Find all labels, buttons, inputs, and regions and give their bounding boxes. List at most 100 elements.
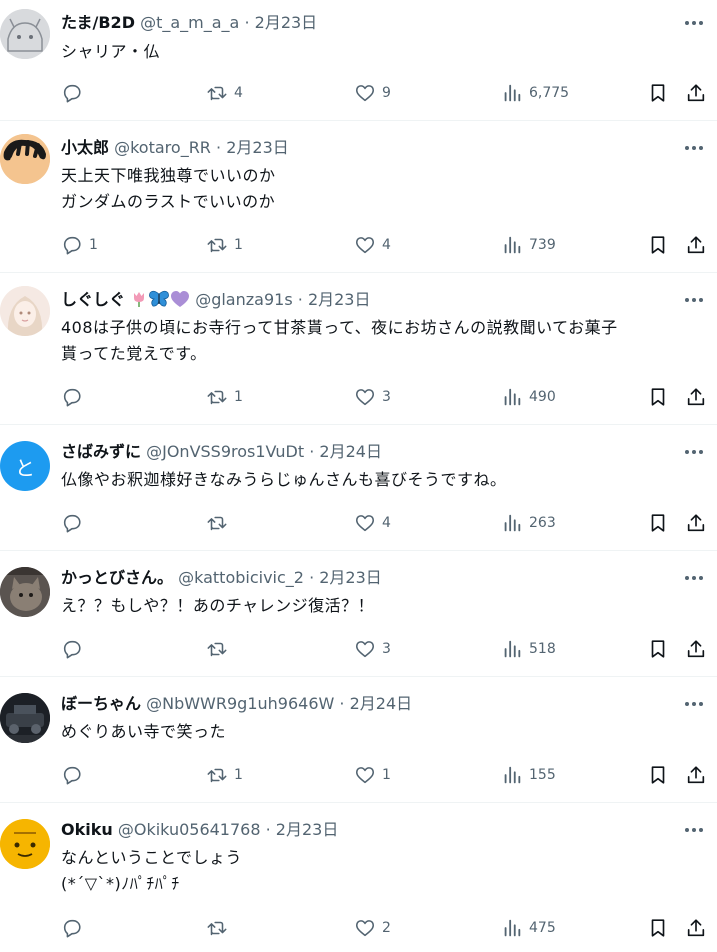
tweet-date[interactable]: 2月23日: [319, 568, 382, 587]
bookmark-button[interactable]: [647, 511, 669, 535]
user-handle[interactable]: @NbWWR9g1uh9646W: [146, 694, 334, 713]
bookmark-button[interactable]: [647, 763, 669, 787]
bookmark-button[interactable]: [647, 233, 669, 257]
views-button[interactable]: 6,775: [501, 81, 569, 105]
views-button[interactable]: 475: [501, 916, 556, 940]
tweet-date[interactable]: 2月23日: [308, 290, 371, 309]
share-button[interactable]: [685, 763, 707, 787]
more-options-button[interactable]: [679, 567, 709, 589]
more-options-button[interactable]: [679, 441, 709, 463]
reply-button[interactable]: 1: [61, 233, 98, 257]
avatar[interactable]: [0, 819, 50, 869]
tweet-date[interactable]: 2月24日: [350, 694, 413, 713]
user-handle[interactable]: @t_a_m_a_a: [140, 13, 239, 32]
user-handle[interactable]: @JOnVSS9ros1VuDt: [146, 442, 304, 461]
user-handle[interactable]: @kotaro_RR: [114, 138, 211, 157]
tweet-date[interactable]: 2月23日: [226, 138, 289, 157]
more-options-button[interactable]: [679, 819, 709, 841]
display-name[interactable]: 小太郎: [61, 138, 109, 157]
views-button[interactable]: 490: [501, 385, 556, 409]
avatar[interactable]: [0, 134, 50, 184]
avatar[interactable]: [0, 9, 50, 59]
tweet[interactable]: かっとびさん。 @kattobicivic_2 · 2月23日 え？？もしや？！…: [0, 551, 717, 677]
views-icon: [504, 919, 521, 937]
bookmark-icon: [651, 514, 665, 532]
like-button[interactable]: 2: [354, 916, 391, 940]
tweet-date[interactable]: 2月24日: [319, 442, 382, 461]
tweet-text: なんということでしょう (*´▽`*)ﾉﾊﾟﾁﾊﾟﾁ: [61, 845, 697, 897]
views-button[interactable]: 739: [501, 233, 556, 257]
retweet-button[interactable]: [206, 916, 234, 940]
view-count: 6,775: [529, 85, 570, 101]
reply-button[interactable]: [61, 763, 89, 787]
share-button[interactable]: [685, 511, 707, 535]
share-button[interactable]: [685, 81, 707, 105]
views-button[interactable]: 263: [501, 511, 556, 535]
retweet-button[interactable]: 1: [206, 233, 243, 257]
avatar[interactable]: [0, 567, 50, 617]
share-button[interactable]: [685, 385, 707, 409]
retweet-button[interactable]: 4: [206, 81, 243, 105]
tweet-text: シャリア・仏: [61, 39, 697, 65]
like-count: 9: [382, 85, 391, 101]
avatar[interactable]: [0, 286, 50, 336]
tweet[interactable]: と さばみずに @JOnVSS9ros1VuDt · 2月24日 仏像やお釈迦様…: [0, 425, 717, 551]
user-handle[interactable]: @kattobicivic_2: [178, 568, 304, 587]
like-button[interactable]: 4: [354, 511, 391, 535]
display-name[interactable]: かっとびさん。: [61, 568, 173, 587]
share-button[interactable]: [685, 637, 707, 661]
reply-button[interactable]: [61, 916, 89, 940]
like-button[interactable]: 9: [354, 81, 391, 105]
more-options-button[interactable]: [679, 289, 709, 311]
retweet-count: 1: [234, 767, 243, 783]
views-button[interactable]: 518: [501, 637, 556, 661]
display-name[interactable]: さばみずに: [61, 442, 141, 461]
share-button[interactable]: [685, 233, 707, 257]
tweet[interactable]: 小太郎 @kotaro_RR · 2月23日 天上天下唯我独尊でいいのか ガンダ…: [0, 121, 717, 273]
reply-button[interactable]: [61, 637, 89, 661]
more-icon: [685, 21, 703, 25]
tweet[interactable]: Okiku @Okiku05641768 · 2月23日 なんということでしょう…: [0, 803, 717, 952]
like-button[interactable]: 4: [354, 233, 391, 257]
views-button[interactable]: 155: [501, 763, 556, 787]
more-options-button[interactable]: [679, 693, 709, 715]
user-handle[interactable]: @glanza91s: [195, 290, 292, 309]
more-options-button[interactable]: [679, 137, 709, 159]
bookmark-button[interactable]: [647, 916, 669, 940]
retweet-button[interactable]: [206, 637, 234, 661]
avatar[interactable]: [0, 693, 50, 743]
share-button[interactable]: [685, 916, 707, 940]
display-name[interactable]: しぐしぐ: [61, 290, 125, 309]
retweet-button[interactable]: [206, 511, 234, 535]
display-name[interactable]: Okiku: [61, 820, 113, 839]
more-options-button[interactable]: [679, 12, 709, 34]
display-name[interactable]: ぼーちゃん: [61, 694, 141, 713]
avatar[interactable]: と: [0, 441, 50, 491]
views-icon: [504, 514, 521, 532]
retweet-count: 4: [234, 85, 243, 101]
tweet-text: え？？もしや？！あのチャレンジ復活？！: [61, 593, 697, 619]
tweet[interactable]: たま/B2D @t_a_m_a_a · 2月23日 シャリア・仏 4 9 6,7…: [0, 0, 717, 121]
display-name[interactable]: たま/B2D: [61, 13, 135, 32]
user-handle[interactable]: @Okiku05641768: [118, 820, 261, 839]
bookmark-button[interactable]: [647, 637, 669, 661]
reply-button[interactable]: [61, 511, 89, 535]
tweet[interactable]: ぼーちゃん @NbWWR9g1uh9646W · 2月24日 めぐりあい寺で笑っ…: [0, 677, 717, 803]
like-button[interactable]: 3: [354, 385, 391, 409]
bookmark-button[interactable]: [647, 385, 669, 409]
reply-button[interactable]: [61, 81, 89, 105]
reply-button[interactable]: [61, 385, 89, 409]
tweet-header: しぐしぐ @glanza91s · 2月23日: [61, 289, 370, 312]
retweet-button[interactable]: 1: [206, 385, 243, 409]
tweet-text-line: 仏像やお釈迦様好きなみうらじゅんさんも喜びそうですね。: [61, 470, 507, 489]
tweet[interactable]: しぐしぐ @glanza91s · 2月23日 408は子供の頃にお寺行って甘茶…: [0, 273, 717, 425]
like-button[interactable]: 1: [354, 763, 391, 787]
retweet-button[interactable]: 1: [206, 763, 243, 787]
like-button[interactable]: 3: [354, 637, 391, 661]
bookmark-button[interactable]: [647, 81, 669, 105]
tweet-date[interactable]: 2月23日: [276, 820, 339, 839]
tweet-date[interactable]: 2月23日: [255, 13, 318, 32]
more-icon: [685, 450, 703, 454]
heart-icon: [355, 515, 375, 532]
more-icon: [685, 146, 703, 150]
